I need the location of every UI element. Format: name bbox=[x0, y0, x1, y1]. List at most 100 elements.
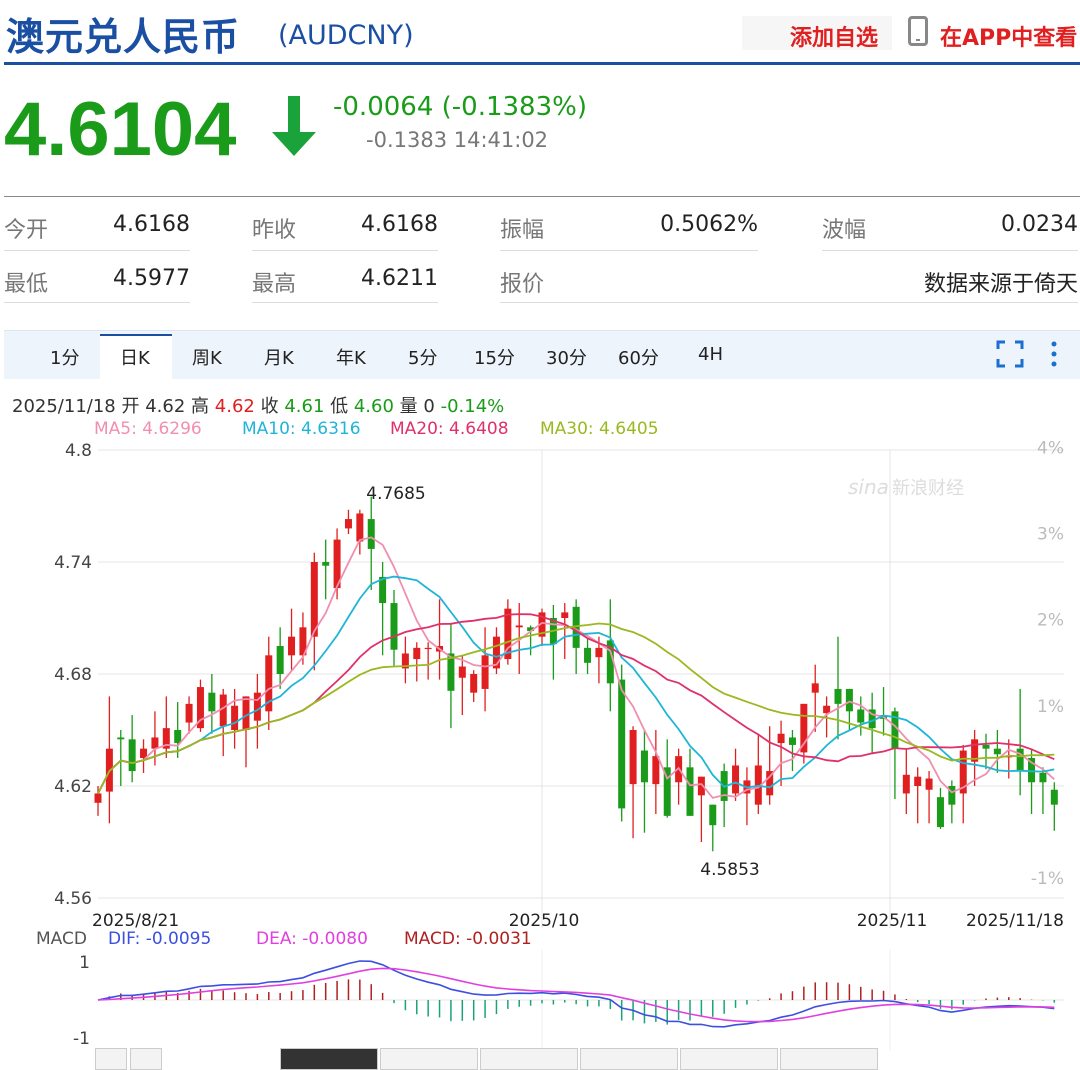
stat-quote-label: 报价 bbox=[500, 272, 545, 297]
tab-15min[interactable]: 15分 bbox=[474, 344, 515, 370]
stat-underline bbox=[4, 250, 190, 251]
info-date: 2025/11/18 bbox=[12, 396, 116, 417]
candle-body bbox=[1016, 748, 1024, 772]
candle-body bbox=[470, 674, 478, 693]
quote-divider bbox=[4, 196, 1080, 197]
candle-body bbox=[834, 688, 842, 704]
x-axis-label: 2025/11/18 bbox=[966, 911, 1064, 931]
candle-body bbox=[344, 519, 352, 529]
y-tick-label: 4.74 bbox=[54, 553, 92, 573]
candle-body bbox=[595, 647, 603, 658]
candle-body bbox=[174, 730, 182, 744]
candle-body bbox=[788, 737, 796, 745]
tab-rsi[interactable] bbox=[480, 1048, 578, 1070]
tab-4h[interactable]: 4H bbox=[698, 344, 723, 365]
current-price: 4.6104 bbox=[4, 87, 237, 172]
info-pct: -0.14% bbox=[440, 396, 505, 417]
pct-tick-label: 2% bbox=[1037, 611, 1064, 631]
candle-body bbox=[925, 778, 933, 790]
y-tick-label: 4.68 bbox=[54, 665, 92, 685]
down-arrow-icon bbox=[272, 96, 316, 156]
x-axis-label: 2025/10 bbox=[509, 911, 580, 931]
stat-range-value: 0.0234 bbox=[1001, 212, 1078, 237]
zoom-button[interactable] bbox=[130, 1048, 162, 1070]
tab-1min[interactable]: 1分 bbox=[50, 344, 79, 370]
macd-name: MACD bbox=[36, 929, 87, 949]
info-high: 4.62 bbox=[214, 396, 255, 417]
macd-dea: DEA: -0.0080 bbox=[256, 929, 368, 949]
high-annotation: 4.7685 bbox=[366, 484, 425, 504]
price-change: -0.0064 (-0.1383%) bbox=[333, 92, 587, 122]
symbol-code: (AUDCNY) bbox=[278, 20, 414, 51]
candle-body bbox=[993, 748, 1001, 755]
candle-body bbox=[367, 519, 375, 549]
candle-body bbox=[458, 666, 466, 678]
candle-body bbox=[322, 562, 330, 566]
y-tick-label: 4.62 bbox=[54, 777, 92, 797]
page-title: 澳元兑人民币 bbox=[6, 15, 241, 59]
stat-underline bbox=[500, 302, 1078, 303]
tab-5min[interactable]: 5分 bbox=[408, 344, 437, 370]
candle-body bbox=[1039, 772, 1047, 783]
tab-yearly[interactable]: 年K bbox=[336, 344, 366, 370]
tab-dmi[interactable] bbox=[780, 1048, 878, 1070]
candle-body bbox=[640, 750, 648, 783]
candle-body bbox=[231, 705, 239, 730]
phone-icon bbox=[908, 16, 928, 46]
info-low-label: 低 bbox=[330, 396, 349, 417]
header: 澳元兑人民币 (AUDCNY) 添加自选 在APP中查看 bbox=[0, 0, 1080, 64]
stat-underline bbox=[822, 250, 1078, 251]
stat-source-value: 数据来源于倚天 bbox=[923, 272, 1078, 297]
candle-body bbox=[561, 612, 569, 618]
candle-body bbox=[845, 688, 853, 712]
candle-body bbox=[208, 692, 216, 712]
info-close: 4.61 bbox=[284, 396, 325, 417]
candle-body bbox=[914, 776, 922, 786]
candle-body bbox=[128, 739, 136, 772]
candle-body bbox=[481, 655, 489, 689]
candle-body bbox=[117, 737, 125, 740]
tab-monthly[interactable]: 月K bbox=[264, 344, 294, 370]
tab-boll[interactable] bbox=[580, 1048, 678, 1070]
tab-macd[interactable] bbox=[280, 1048, 378, 1070]
candle-body bbox=[515, 625, 523, 628]
candle-body bbox=[629, 730, 637, 785]
macd-chart[interactable]: 1 -1 bbox=[0, 950, 1080, 1050]
x-axis-label: 2025/8/21 bbox=[92, 911, 179, 931]
candle-body bbox=[902, 774, 910, 794]
tab-weekly[interactable]: 周K bbox=[192, 344, 222, 370]
y-tick-label: 4.8 bbox=[65, 441, 92, 461]
zoom-button[interactable] bbox=[95, 1048, 127, 1070]
fullscreen-icon[interactable] bbox=[996, 340, 1024, 368]
x-axis-label: 2025/11 bbox=[857, 911, 928, 931]
stat-low-label: 最低 bbox=[4, 272, 49, 297]
ohlc-info: 2025/11/18 开 4.62 高 4.62 收 4.61 低 4.60 量… bbox=[12, 392, 504, 418]
candle-body bbox=[982, 744, 990, 749]
tab-daily[interactable]: 日K bbox=[120, 344, 150, 370]
tab-kdj[interactable] bbox=[380, 1048, 478, 1070]
candlestick-chart[interactable]: 4.8 4.74 4.68 4.62 4.56 4% 3% 2% 1% -1% sina 新浪财经 4.… bbox=[0, 436, 1080, 936]
pct-tick-label: 4% bbox=[1037, 438, 1064, 458]
stat-underline bbox=[4, 302, 190, 303]
view-in-app-button[interactable]: 在APP中查看 bbox=[940, 20, 1077, 52]
info-open-label: 开 bbox=[121, 396, 140, 417]
info-vol: 0 bbox=[423, 396, 435, 417]
tab-30min[interactable]: 30分 bbox=[546, 344, 587, 370]
header-divider bbox=[4, 62, 1080, 65]
stat-high-value: 4.6211 bbox=[361, 266, 438, 291]
tab-wr[interactable] bbox=[680, 1048, 778, 1070]
more-menu-icon[interactable] bbox=[1048, 340, 1060, 368]
stat-open-value: 4.6168 bbox=[113, 212, 190, 237]
add-watchlist-button[interactable]: 添加自选 bbox=[790, 20, 878, 52]
candle-body bbox=[1050, 789, 1058, 805]
info-high-label: 高 bbox=[191, 396, 210, 417]
price-change-time: -0.1383 14:41:02 bbox=[366, 128, 549, 152]
sina-watermark-logo: sina bbox=[848, 475, 889, 499]
stat-amplitude-label: 振幅 bbox=[500, 218, 545, 243]
tab-60min[interactable]: 60分 bbox=[618, 344, 659, 370]
candle-body bbox=[652, 756, 660, 785]
stat-prev-close-value: 4.6168 bbox=[361, 212, 438, 237]
info-low: 4.60 bbox=[353, 396, 394, 417]
candle-body bbox=[356, 513, 364, 542]
stat-open-label: 今开 bbox=[4, 218, 49, 243]
